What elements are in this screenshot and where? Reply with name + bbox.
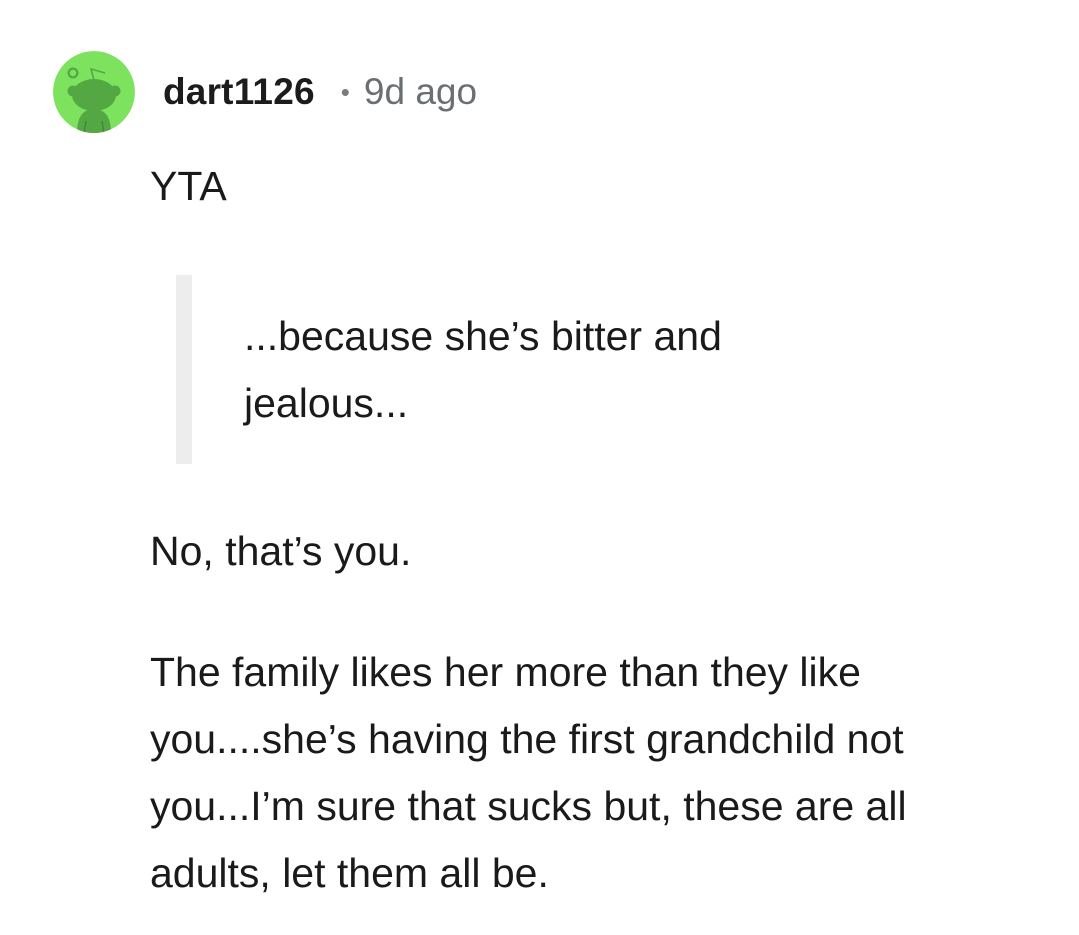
comment-paragraph: The family likes her more than they like…	[150, 639, 907, 907]
comment-meta: dart1126 • 9d ago	[163, 68, 477, 116]
timestamp: 9d ago	[363, 71, 478, 112]
user-avatar-icon[interactable]	[53, 51, 135, 133]
paragraph-line: you...I’m sure that sucks but, these are…	[150, 783, 907, 829]
username-link[interactable]: dart1126	[163, 71, 315, 113]
blockquote-text: ...because she’s bitter and jealous...	[244, 303, 722, 437]
comment: dart1126 • 9d ago YTA ...because she’s b…	[0, 0, 1079, 935]
blockquote-line: ...because she’s bitter and	[244, 313, 722, 359]
paragraph-line: you....she’s having the first grandchild…	[150, 716, 904, 762]
paragraph-line: The family likes her more than they like	[150, 649, 861, 695]
comment-reply-line: No, that’s you.	[150, 528, 412, 574]
meta-separator: •	[340, 76, 350, 107]
blockquote-line: jealous...	[244, 380, 409, 426]
paragraph-line: adults, let them all be.	[150, 850, 549, 896]
comment-verdict: YTA	[150, 163, 227, 209]
comment-blockquote: ...because she’s bitter and jealous...	[176, 275, 876, 464]
blockquote-bar	[176, 275, 192, 464]
